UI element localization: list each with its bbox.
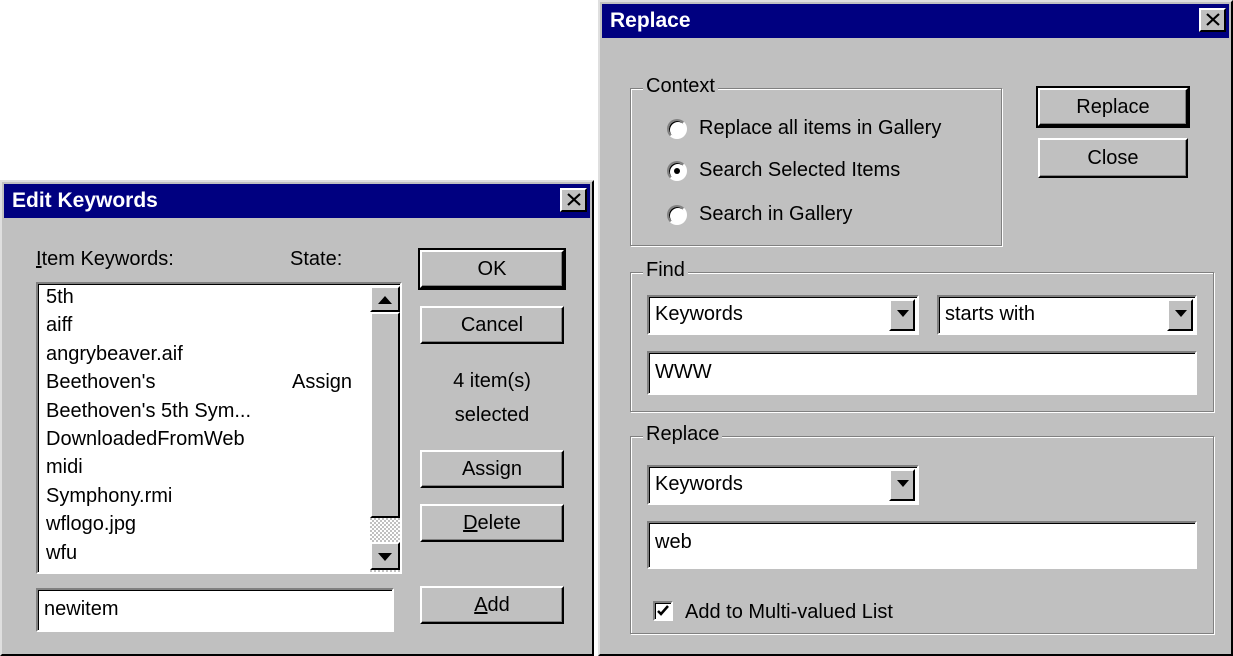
- context-legend: Context: [643, 75, 718, 98]
- edit-keywords-title: Edit Keywords: [12, 189, 158, 212]
- close-icon: [1206, 13, 1220, 26]
- keywords-scrollbar[interactable]: [370, 286, 400, 572]
- list-item[interactable]: midi: [46, 456, 83, 479]
- context-radio-2[interactable]: [667, 205, 687, 225]
- keywords-listbox[interactable]: 5th aiff angrybeaver.aif Beethoven's Assign B…: [36, 282, 402, 574]
- context-option-label: Replace all items in Gallery: [699, 117, 942, 139]
- replace-dialog: Replace Context Replace all items in Gal…: [598, 0, 1233, 656]
- context-option-label: Search Selected Items: [699, 159, 901, 181]
- chevron-down-icon: [897, 480, 909, 487]
- multi-valued-checkbox[interactable]: [653, 601, 673, 621]
- scroll-thumb[interactable]: [370, 312, 400, 518]
- find-field-dropdown-button[interactable]: [889, 299, 915, 331]
- edit-keywords-titlebar[interactable]: Edit Keywords: [4, 184, 590, 218]
- replace-value-input[interactable]: web: [647, 521, 1197, 569]
- item-keywords-label: Item Keywords:: [36, 248, 174, 270]
- replace-button[interactable]: Replace: [1036, 86, 1190, 128]
- arrow-up-icon: [378, 296, 392, 304]
- context-group: Context Replace all items in Gallery Sear…: [630, 75, 1002, 246]
- find-operator-dropdown-button[interactable]: [1167, 299, 1193, 331]
- find-field-value: Keywords: [655, 303, 743, 325]
- replace-field-dropdown-button[interactable]: [889, 469, 915, 501]
- find-group: Find Keywords starts with WWW: [630, 259, 1214, 412]
- radio-selected-dot: [674, 168, 680, 174]
- arrow-down-icon: [378, 553, 392, 561]
- replace-titlebar[interactable]: Replace: [602, 4, 1229, 38]
- replace-value-text: web: [655, 531, 692, 553]
- edit-keywords-close-button[interactable]: [560, 188, 587, 212]
- context-option-label: Search in Gallery: [699, 203, 853, 225]
- chevron-down-icon: [1175, 310, 1187, 317]
- replace-close-x-button[interactable]: [1199, 8, 1226, 32]
- replace-title: Replace: [610, 9, 691, 32]
- find-legend: Find: [643, 259, 688, 282]
- list-item[interactable]: Symphony.rmi: [46, 485, 172, 508]
- replace-field-value: Keywords: [655, 473, 743, 495]
- find-value-input[interactable]: WWW: [647, 351, 1197, 395]
- find-operator-value: starts with: [945, 303, 1036, 325]
- selection-count: 4 item(s): [453, 370, 531, 392]
- scroll-down-button[interactable]: [370, 542, 400, 570]
- list-item[interactable]: DownloadedFromWeb: [46, 428, 245, 451]
- cancel-button[interactable]: Cancel: [420, 306, 564, 344]
- list-item[interactable]: angrybeaver.aif: [46, 343, 183, 366]
- assign-button[interactable]: Assign: [420, 450, 564, 488]
- chevron-down-icon: [897, 310, 909, 317]
- context-radio-0[interactable]: [667, 119, 687, 139]
- find-field-select[interactable]: Keywords: [647, 295, 919, 335]
- selection-suffix: selected: [454, 404, 530, 426]
- add-button[interactable]: Add: [420, 586, 564, 624]
- list-item[interactable]: aiff: [46, 314, 72, 337]
- find-value-text: WWW: [655, 361, 712, 383]
- new-keyword-value: newitem: [44, 598, 119, 620]
- replace-group: Replace Keywords web Add to Multi-valued…: [630, 423, 1214, 634]
- close-button[interactable]: Close: [1038, 138, 1188, 178]
- list-item[interactable]: Beethoven's: [46, 371, 155, 394]
- list-item[interactable]: 5th: [46, 286, 74, 309]
- edit-keywords-dialog: Edit Keywords Item Keywords: State: 5th a…: [0, 180, 594, 656]
- scroll-up-button[interactable]: [370, 286, 400, 312]
- list-item[interactable]: wfu: [46, 542, 77, 565]
- list-item[interactable]: wflogo.jpg: [46, 513, 136, 536]
- find-operator-select[interactable]: starts with: [937, 295, 1197, 335]
- list-item-state: Assign: [292, 371, 353, 394]
- close-icon: [567, 193, 581, 206]
- new-keyword-input[interactable]: newitem: [36, 588, 394, 632]
- replace-field-select[interactable]: Keywords: [647, 465, 919, 505]
- checkmark-icon: [657, 605, 669, 616]
- replace-legend: Replace: [643, 423, 723, 446]
- state-label: State:: [290, 248, 343, 270]
- multi-valued-label: Add to Multi-valued List: [685, 601, 893, 623]
- list-item[interactable]: Beethoven's 5th Sym...: [46, 400, 251, 423]
- ok-button[interactable]: OK: [418, 248, 566, 290]
- delete-button[interactable]: Delete: [420, 504, 564, 542]
- context-radio-1[interactable]: [667, 161, 687, 181]
